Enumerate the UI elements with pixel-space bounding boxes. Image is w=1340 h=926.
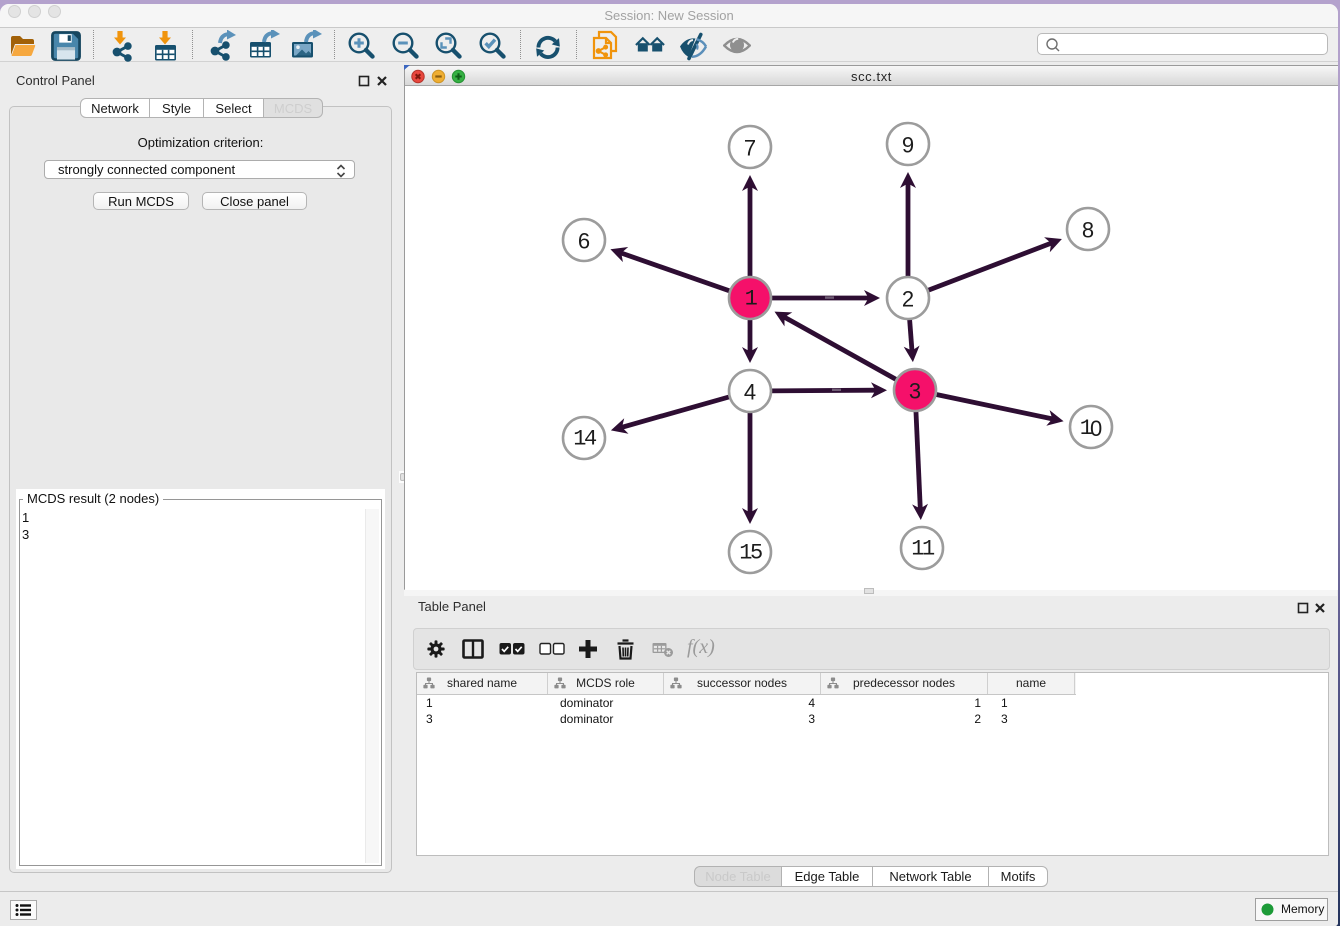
svg-text:8: 8 <box>1082 218 1094 243</box>
svg-text:15: 15 <box>739 541 762 566</box>
svg-text:14: 14 <box>573 427 597 452</box>
svg-text:3: 3 <box>909 379 921 404</box>
svg-text:7: 7 <box>744 136 756 161</box>
svg-text:2: 2 <box>902 287 914 312</box>
svg-text:4: 4 <box>744 380 756 405</box>
svg-text:9: 9 <box>902 133 914 158</box>
svg-text:10: 10 <box>1080 416 1102 441</box>
svg-text:6: 6 <box>578 229 590 254</box>
svg-text:11: 11 <box>911 537 935 562</box>
